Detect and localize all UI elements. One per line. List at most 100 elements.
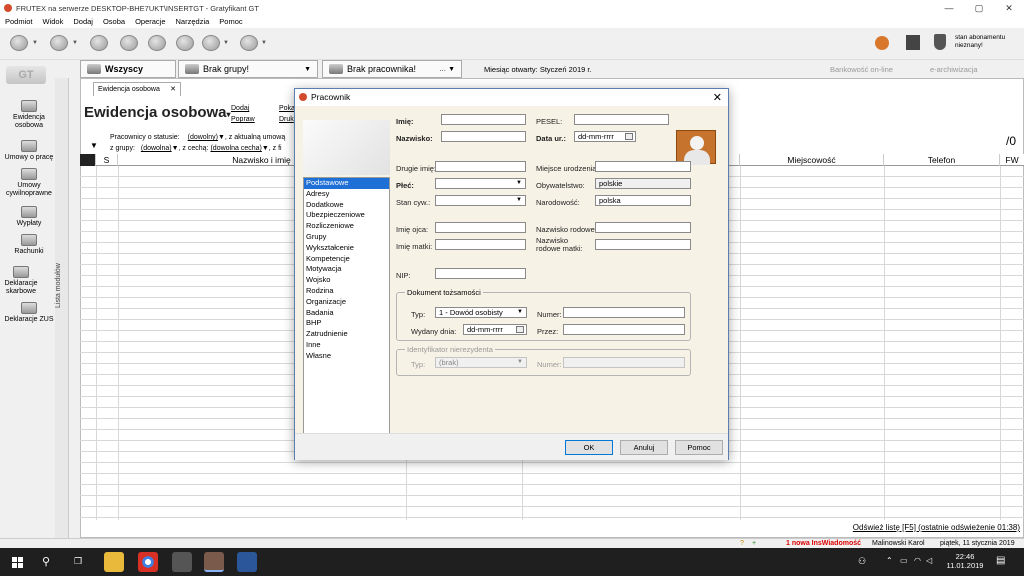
nav-item-motywacja[interactable]: Motywacja xyxy=(304,264,389,275)
imie-ojca-input[interactable] xyxy=(435,222,526,233)
photos-icon[interactable] xyxy=(172,552,192,572)
table-row[interactable] xyxy=(80,485,1024,496)
nav-item-inne[interactable]: Inne xyxy=(304,340,389,351)
pesel-input[interactable] xyxy=(574,114,669,125)
obywatelstwo-input[interactable]: polskie xyxy=(595,178,691,189)
chrome-icon[interactable] xyxy=(138,552,158,572)
clock[interactable]: 22:46 11.01.2019 xyxy=(945,552,985,570)
nav-item-wykształcenie[interactable]: Wykształcenie xyxy=(304,243,389,254)
nazwisko-rodowe-matki-input[interactable] xyxy=(595,239,691,250)
module-umowy-o-prace[interactable]: Umowy o pracę xyxy=(0,140,58,162)
volume-icon[interactable]: ◁ xyxy=(926,556,932,565)
numer-identyfikatora-input[interactable] xyxy=(563,357,685,368)
typ-dokumentu-select[interactable]: 1 - Dowód osobisty xyxy=(435,307,527,318)
pokaz-link[interactable]: Poka xyxy=(279,105,295,112)
nav-item-kompetencje[interactable]: Kompetencje xyxy=(304,254,389,265)
miejsce-urodzenia-input[interactable] xyxy=(595,161,691,172)
toolbar-money-icon[interactable] xyxy=(90,35,108,51)
page-title[interactable]: Ewidencja osobowa▾ xyxy=(84,104,231,121)
bankowosc-online-link[interactable]: Bankowość on-line xyxy=(830,65,893,74)
chevron-down-icon[interactable]: ▼ xyxy=(218,134,225,141)
drukuj-link[interactable]: Druk xyxy=(279,116,294,123)
nav-item-badania[interactable]: Badania xyxy=(304,308,389,319)
plus-icon[interactable]: + xyxy=(752,540,756,547)
nav-item-adresy[interactable]: Adresy xyxy=(304,189,389,200)
nav-item-bhp[interactable]: BHP xyxy=(304,318,389,329)
chevron-down-icon[interactable]: ▾ xyxy=(227,110,231,119)
nip-input[interactable] xyxy=(435,268,526,279)
module-ewidencja-osobowa[interactable]: Ewidencja osobowa xyxy=(0,100,58,130)
menu-operacje[interactable]: Operacje xyxy=(130,16,170,28)
nav-item-zatrudnienie[interactable]: Zatrudnienie xyxy=(304,329,389,340)
chevron-up-icon[interactable]: ⌃ xyxy=(886,556,893,565)
table-row[interactable] xyxy=(80,463,1024,474)
toolbar-eraser-icon[interactable] xyxy=(120,35,138,51)
nazwisko-rodowe-input[interactable] xyxy=(595,222,691,233)
table-row[interactable] xyxy=(80,474,1024,485)
stan-cywilny-select[interactable] xyxy=(435,195,526,206)
chevron-down-icon[interactable]: ▼ xyxy=(261,40,267,46)
nazwisko-input[interactable] xyxy=(441,131,526,142)
plec-select[interactable] xyxy=(435,178,526,189)
nav-item-organizacje[interactable]: Organizacje xyxy=(304,297,389,308)
nav-item-rozliczeniowe[interactable]: Rozliczeniowe xyxy=(304,221,389,232)
refresh-link[interactable]: Odśwież listę [F5] (ostatnie odświeżenie… xyxy=(853,523,1020,532)
task-view-icon[interactable]: ❐ xyxy=(74,556,82,567)
drugie-imie-input[interactable] xyxy=(435,161,526,172)
nav-item-własne[interactable]: Własne xyxy=(304,351,389,362)
expand-arrow-icon[interactable]: ▼ xyxy=(90,141,98,150)
dodaj-link[interactable]: Dodaj xyxy=(231,105,249,112)
nav-item-rodzina[interactable]: Rodzina xyxy=(304,286,389,297)
nav-item-wojsko[interactable]: Wojsko xyxy=(304,275,389,286)
module-umowy-cywilnoprawne[interactable]: Umowy cywilnoprawne xyxy=(0,168,58,198)
feature-filter-select[interactable]: (dowolna cecha) xyxy=(210,145,261,152)
chevron-down-icon[interactable]: ▼ xyxy=(172,145,179,152)
chevron-down-icon[interactable]: ▼ xyxy=(32,40,38,46)
menu-narzedzia[interactable]: Narzędzia xyxy=(171,16,215,28)
nav-item-podstawowe[interactable]: Podstawowe xyxy=(304,178,389,189)
numer-dokumentu-input[interactable] xyxy=(563,307,685,318)
group-filter-select[interactable]: (dowolna) xyxy=(141,145,172,152)
column-header-fw[interactable]: FW xyxy=(1000,154,1024,166)
gratyfikant-taskbar-icon[interactable] xyxy=(204,552,224,572)
close-icon[interactable]: ✕ xyxy=(713,90,722,107)
table-row[interactable] xyxy=(80,496,1024,507)
close-icon[interactable]: ✕ xyxy=(170,83,176,96)
narodowosc-input[interactable]: polska xyxy=(595,195,691,206)
tab-wszyscy[interactable]: Wszyscy xyxy=(80,60,176,78)
nav-item-grupy[interactable]: Grupy xyxy=(304,232,389,243)
tab-brak-pracownika[interactable]: Brak pracownika! … ▼ xyxy=(322,60,462,78)
menu-dodaj[interactable]: Dodaj xyxy=(68,16,98,28)
menu-podmiot[interactable]: Podmiot xyxy=(0,16,38,28)
user-avatar-icon[interactable] xyxy=(875,36,889,50)
word-icon[interactable] xyxy=(237,552,257,572)
module-list-toggle[interactable]: Lista modułów xyxy=(55,78,69,538)
toolbar-print-icon[interactable] xyxy=(202,35,220,51)
calendar-icon[interactable] xyxy=(516,326,524,333)
nav-item-dodatkowe[interactable]: Dodatkowe xyxy=(304,200,389,211)
toolbar-tools-icon[interactable] xyxy=(50,35,68,51)
column-header-phone[interactable]: Telefon xyxy=(884,154,1000,166)
status-filter-select[interactable]: (dowolny) xyxy=(188,134,218,141)
ok-button[interactable]: OK xyxy=(565,440,613,455)
minimize-button[interactable]: — xyxy=(934,0,964,16)
subtab-ewidencja[interactable]: Ewidencja osobowa ✕ xyxy=(93,82,181,96)
menu-widok[interactable]: Widok xyxy=(38,16,69,28)
wydany-dnia-input[interactable]: dd-mm-rrrr xyxy=(463,324,527,335)
table-row[interactable] xyxy=(80,507,1024,518)
module-deklaracje-skarbowe[interactable]: Deklaracje skarbowe xyxy=(0,266,42,296)
module-rachunki[interactable]: Rachunki xyxy=(0,234,58,256)
help-icon[interactable]: ? xyxy=(740,540,744,547)
chevron-down-icon[interactable]: ▼ xyxy=(223,40,229,46)
menu-osoba[interactable]: Osoba xyxy=(98,16,130,28)
file-explorer-icon[interactable] xyxy=(104,552,124,572)
pomoc-button[interactable]: Pomoc xyxy=(675,440,723,455)
data-urodzenia-input[interactable]: dd-mm-rrrr xyxy=(574,131,636,142)
windows-start-icon[interactable] xyxy=(12,557,23,568)
module-wyplaty[interactable]: Wypłaty xyxy=(0,206,58,228)
notifications-icon[interactable]: ▤ xyxy=(996,555,1005,566)
network-icon[interactable]: ▭ xyxy=(900,556,908,565)
subscription-status[interactable]: stan abonamentu nieznany! xyxy=(955,34,1021,50)
nav-item-ubezpieczeniowe[interactable]: Ubezpieczeniowe xyxy=(304,210,389,221)
column-header-s[interactable]: S xyxy=(96,154,118,166)
